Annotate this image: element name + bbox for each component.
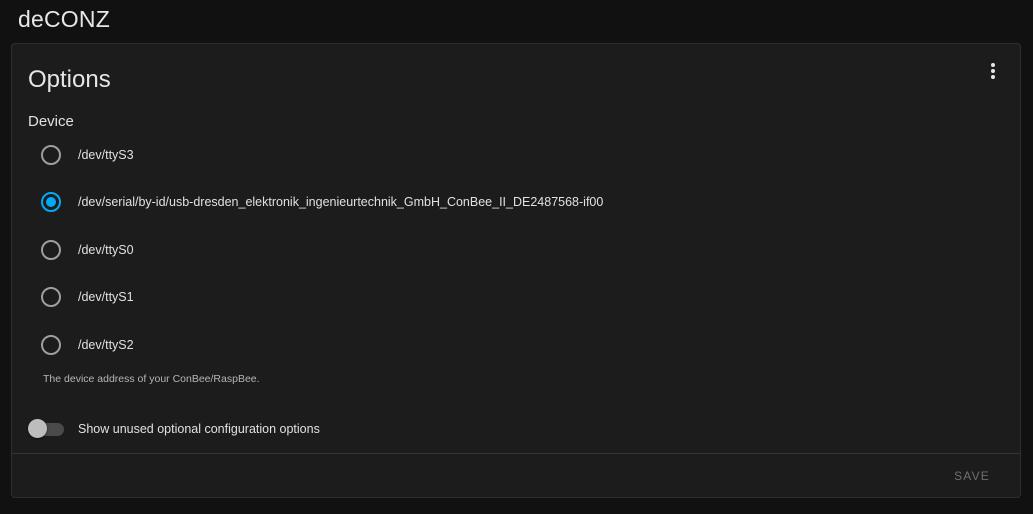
device-option-ttyS3[interactable]: /dev/ttyS3 bbox=[41, 144, 134, 166]
radio-label: /dev/serial/by-id/usb-dresden_elektronik… bbox=[78, 195, 604, 209]
radio-button[interactable] bbox=[41, 240, 61, 260]
radio-button[interactable] bbox=[41, 287, 61, 307]
device-helper-text: The device address of your ConBee/RaspBe… bbox=[43, 373, 260, 385]
device-option-ttyS0[interactable]: /dev/ttyS0 bbox=[41, 239, 134, 261]
app-title: deCONZ bbox=[18, 6, 110, 32]
toggle-label: Show unused optional configuration optio… bbox=[78, 422, 320, 436]
device-field-label: Device bbox=[28, 113, 74, 130]
radio-button[interactable] bbox=[41, 145, 61, 165]
device-option-ttyS1[interactable]: /dev/ttyS1 bbox=[41, 286, 134, 308]
radio-label: /dev/ttyS3 bbox=[78, 148, 134, 162]
device-option-conbee-serial[interactable]: /dev/serial/by-id/usb-dresden_elektronik… bbox=[41, 191, 603, 213]
radio-button[interactable] bbox=[41, 335, 61, 355]
device-option-ttyS2[interactable]: /dev/ttyS2 bbox=[41, 334, 134, 356]
radio-label: /dev/ttyS2 bbox=[78, 338, 134, 352]
radio-label: /dev/ttyS0 bbox=[78, 243, 134, 257]
save-button[interactable]: SAVE bbox=[954, 469, 990, 483]
radio-label: /dev/ttyS1 bbox=[78, 290, 134, 304]
show-unused-options-toggle[interactable] bbox=[28, 419, 64, 439]
show-unused-options-toggle-row[interactable]: Show unused optional configuration optio… bbox=[28, 418, 320, 440]
card-title: Options bbox=[28, 66, 111, 93]
radio-button-checked[interactable] bbox=[41, 192, 61, 212]
card-actions-divider bbox=[12, 453, 1020, 454]
more-options-button[interactable] bbox=[980, 58, 1006, 84]
toggle-thumb[interactable] bbox=[28, 419, 47, 438]
options-card: Options Device /dev/ttyS3 /dev/serial/by… bbox=[11, 43, 1021, 498]
